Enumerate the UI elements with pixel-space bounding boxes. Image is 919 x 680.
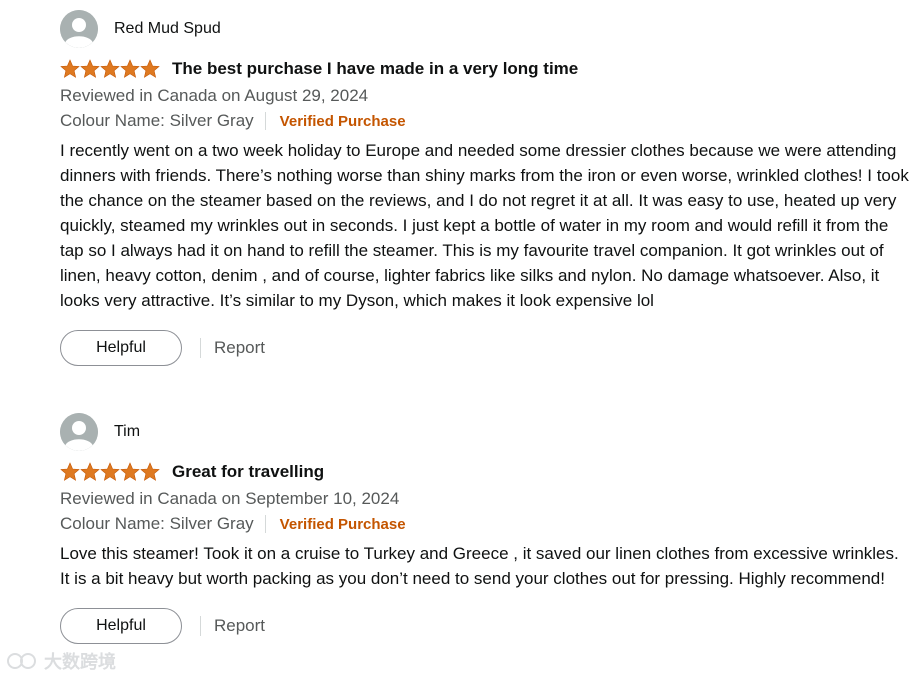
report-link[interactable]: Report — [214, 338, 265, 358]
report-link[interactable]: Report — [214, 616, 265, 636]
star-icon — [140, 59, 160, 78]
avatar-icon — [60, 413, 98, 451]
review-body: I recently went on a two week holiday to… — [60, 141, 909, 310]
review-list: Red Mud Spud The best purchase I have ma… — [0, 0, 919, 680]
helpful-button[interactable]: Helpful — [60, 608, 182, 644]
review-variant-row: Colour Name: Silver Gray Verified Purcha… — [60, 108, 910, 134]
review-actions: Helpful Report — [60, 607, 910, 645]
review-title[interactable]: Great for travelling — [172, 462, 324, 482]
verified-purchase-badge: Verified Purchase — [279, 515, 406, 533]
review-title-row: Great for travelling — [60, 459, 910, 485]
star-icon — [60, 59, 80, 78]
review-title-row: The best purchase I have made in a very … — [60, 56, 910, 82]
review-date: Reviewed in Canada on September 10, 2024 — [60, 489, 400, 508]
star-icon — [60, 462, 80, 481]
watermark: 大数跨境 — [6, 648, 116, 674]
review-card: Tim Great for travelling Reviewed in Can… — [60, 413, 910, 645]
watermark-text: 大数跨境 — [44, 652, 116, 672]
variant-label[interactable]: Colour Name: Silver Gray — [60, 514, 254, 534]
star-icon — [100, 59, 120, 78]
reviewer-profile[interactable]: Tim — [60, 413, 910, 451]
star-icon — [120, 462, 140, 481]
divider — [264, 515, 266, 533]
star-icon — [100, 462, 120, 481]
star-icon — [80, 462, 100, 481]
reviewer-profile[interactable]: Red Mud Spud — [60, 10, 910, 48]
variant-label[interactable]: Colour Name: Silver Gray — [60, 111, 254, 131]
star-icon — [120, 59, 140, 78]
star-rating[interactable] — [60, 59, 160, 79]
divider — [264, 112, 266, 130]
verified-purchase-badge: Verified Purchase — [279, 112, 406, 130]
review-actions: Helpful Report — [60, 329, 910, 367]
divider — [200, 616, 201, 636]
review-variant-row: Colour Name: Silver Gray Verified Purcha… — [60, 511, 910, 537]
review-title[interactable]: The best purchase I have made in a very … — [172, 59, 578, 79]
avatar-icon — [60, 10, 98, 48]
reviewer-name[interactable]: Tim — [114, 423, 140, 441]
star-icon — [80, 59, 100, 78]
helpful-button[interactable]: Helpful — [60, 330, 182, 366]
reviewer-name[interactable]: Red Mud Spud — [114, 20, 221, 38]
star-icon — [140, 462, 160, 481]
review-card: Red Mud Spud The best purchase I have ma… — [60, 10, 910, 367]
watermark-logo-icon — [7, 653, 36, 669]
review-date: Reviewed in Canada on August 29, 2024 — [60, 86, 369, 105]
review-body: Love this steamer! Took it on a cruise t… — [60, 544, 899, 588]
star-rating[interactable] — [60, 462, 160, 482]
divider — [200, 338, 201, 358]
